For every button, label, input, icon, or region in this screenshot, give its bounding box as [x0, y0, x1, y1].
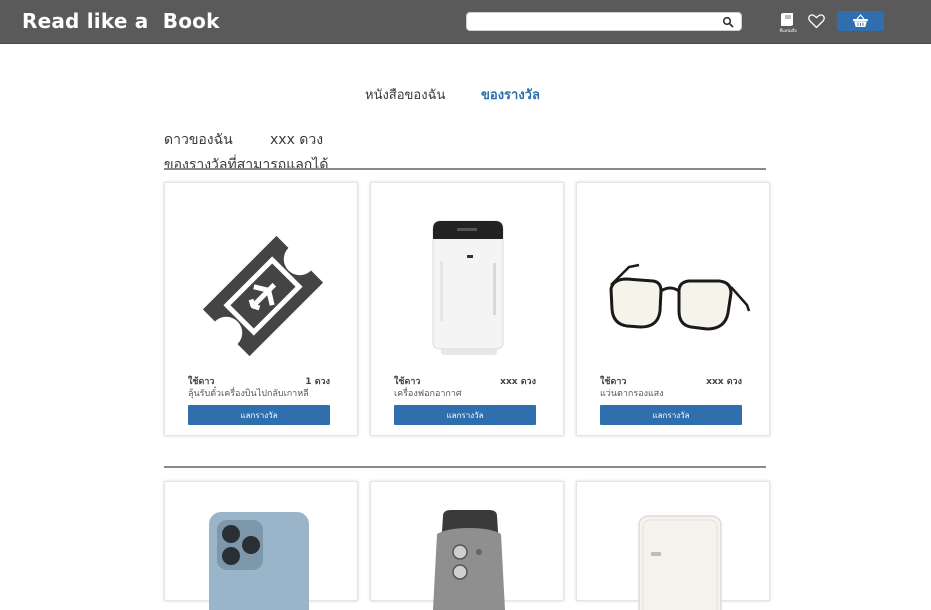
plane-ticket-icon [202, 235, 324, 357]
top-navbar: Read like a Book ชั้นหนังสือ [0, 0, 931, 44]
search-input[interactable] [473, 14, 713, 29]
bookshelf-label: ชั้นหนังสือ [779, 28, 797, 33]
glasses-icon [609, 263, 751, 331]
page-tabs: หนังสือของฉัน ของรางวัล [0, 84, 931, 104]
tab-rewards[interactable]: ของรางวัล [481, 84, 540, 105]
site-logo[interactable]: Read like a Book [22, 9, 220, 33]
basket-icon [853, 14, 868, 27]
reward-name: เครื่องฟอกอากาศ [394, 389, 462, 399]
mini-fridge-icon [638, 515, 722, 610]
my-stars-label: ดาวของฉัน [164, 132, 233, 148]
smartphone-icon [209, 512, 309, 610]
reward-name: ลุ้นรับตั๋วเครื่องบินไปกลับเกาหลี [188, 389, 309, 399]
redeem-button[interactable]: แลกรางวัล [394, 405, 536, 425]
reward-card [576, 481, 770, 610]
tab-my-books[interactable]: หนังสือของฉัน [365, 84, 445, 105]
reward-cost: xxx ดวง [706, 377, 742, 387]
redeem-button[interactable]: แลกรางวัล [600, 405, 742, 425]
section-title: ของรางวัลที่สามารถแลกได้ [164, 157, 329, 173]
cart-button[interactable] [837, 11, 884, 31]
air-purifier-icon [432, 220, 504, 355]
redeem-button[interactable]: แลกรางวัล [188, 405, 330, 425]
reward-cost: xxx ดวง [500, 377, 536, 387]
heart-icon[interactable] [808, 13, 825, 29]
search-icon[interactable] [722, 16, 734, 28]
reward-card [370, 481, 564, 610]
reward-name: แว่นตากรองแสง [600, 389, 664, 399]
section-divider [164, 466, 766, 468]
search-bar[interactable] [466, 12, 742, 31]
my-stars-value: xxx ดวง [270, 132, 324, 148]
section-divider [164, 168, 766, 170]
reward-card: ใช้ดาว 1 ดวง ลุ้นรับตั๋วเครื่องบินไปกลับ… [164, 182, 358, 436]
reward-card: ใช้ดาว xxx ดวง แว่นตากรองแสง แลกรางวัล [576, 182, 770, 436]
air-fryer-icon [433, 510, 505, 610]
reward-card [164, 481, 358, 610]
reward-cost: 1 ดวง [305, 377, 330, 387]
reward-card: ใช้ดาว xxx ดวง เครื่องฟอกอากาศ แลกรางวัล [370, 182, 564, 436]
